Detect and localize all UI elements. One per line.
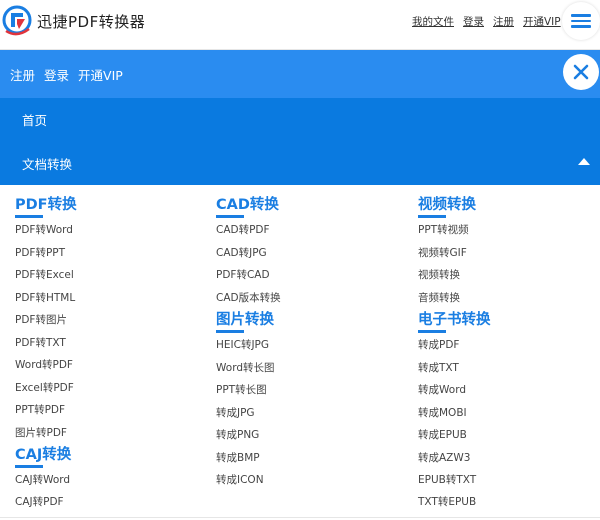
link-heic-to-jpg[interactable]: HEIC转JPG <box>216 337 269 352</box>
link-caj-to-pdf[interactable]: CAJ转PDF <box>15 494 64 509</box>
link-word-to-long-image[interactable]: Word转长图 <box>216 360 275 375</box>
link-epub-to-txt[interactable]: EPUB转TXT <box>418 472 476 487</box>
link-word-to-pdf[interactable]: Word转PDF <box>15 357 73 372</box>
link-pdf-to-cad[interactable]: PDF转CAD <box>216 267 270 282</box>
link-ebook-to-mobi[interactable]: 转成MOBI <box>418 405 467 420</box>
link-to-bmp[interactable]: 转成BMP <box>216 450 260 465</box>
link-ebook-to-azw3[interactable]: 转成AZW3 <box>418 450 470 465</box>
section-title-caj: CAJ转换 <box>15 443 71 468</box>
link-ebook-to-word[interactable]: 转成Word <box>418 382 466 397</box>
vip-link[interactable]: 开通VIP <box>523 16 561 28</box>
link-video-convert[interactable]: 视频转换 <box>418 267 460 282</box>
register-button[interactable]: 注册 <box>10 68 35 83</box>
section-title-pdf: PDF转换 <box>15 193 77 218</box>
link-caj-to-word[interactable]: CAJ转Word <box>15 472 70 487</box>
link-pdf-to-excel[interactable]: PDF转Excel <box>15 267 74 282</box>
caret-up-icon[interactable] <box>578 158 590 165</box>
link-pdf-to-image[interactable]: PDF转图片 <box>15 312 67 327</box>
link-image-to-pdf[interactable]: 图片转PDF <box>15 425 67 440</box>
link-cad-to-pdf[interactable]: CAD转PDF <box>216 222 270 237</box>
link-to-png[interactable]: 转成PNG <box>216 427 259 442</box>
login-link[interactable]: 登录 <box>463 16 484 28</box>
section-title-video: 视频转换 <box>418 193 476 218</box>
vip-button[interactable]: 开通VIP <box>78 68 123 83</box>
link-pdf-to-html[interactable]: PDF转HTML <box>15 290 75 305</box>
nav-item-home[interactable]: 首页 <box>22 110 47 129</box>
link-to-icon[interactable]: 转成ICON <box>216 472 264 487</box>
top-header: 迅捷PDF转换器 我的文件 登录 注册 开通VIP <box>0 0 600 50</box>
link-pdf-to-word[interactable]: PDF转Word <box>15 222 73 237</box>
login-button[interactable]: 登录 <box>44 68 69 83</box>
menu-button[interactable] <box>562 2 600 40</box>
hamburger-menu-icon <box>571 14 591 28</box>
link-pdf-to-ppt[interactable]: PDF转PPT <box>15 245 65 260</box>
nav-item-doc-convert[interactable]: 文档转换 <box>22 154 72 173</box>
account-bar: 注册 登录 开通VIP <box>0 50 600 98</box>
link-ebook-to-epub[interactable]: 转成EPUB <box>418 427 467 442</box>
section-title-ebook: 电子书转换 <box>418 308 491 333</box>
bottom-divider <box>0 517 600 518</box>
link-txt-to-epub[interactable]: TXT转EPUB <box>418 494 476 509</box>
link-cad-to-jpg[interactable]: CAD转JPG <box>216 245 267 260</box>
link-to-jpg[interactable]: 转成JPG <box>216 405 255 420</box>
register-link[interactable]: 注册 <box>493 16 514 28</box>
nav-panel: 首页 文档转换 <box>0 98 600 185</box>
link-cad-version-convert[interactable]: CAD版本转换 <box>216 290 281 305</box>
link-video-to-gif[interactable]: 视频转GIF <box>418 245 467 260</box>
link-ebook-to-txt[interactable]: 转成TXT <box>418 360 459 375</box>
account-links: 注册 登录 开通VIP <box>10 65 132 84</box>
my-files-link[interactable]: 我的文件 <box>412 16 454 28</box>
link-audio-convert[interactable]: 音频转换 <box>418 290 460 305</box>
link-ppt-to-video[interactable]: PPT转视频 <box>418 222 469 237</box>
logo-icon[interactable] <box>2 4 32 38</box>
link-ppt-to-pdf[interactable]: PPT转PDF <box>15 402 65 417</box>
link-ppt-to-long-image[interactable]: PPT转长图 <box>216 382 267 397</box>
section-title-image: 图片转换 <box>216 308 274 333</box>
top-links: 我的文件 登录 注册 开通VIP <box>412 14 570 29</box>
link-ebook-to-pdf[interactable]: 转成PDF <box>418 337 459 352</box>
site-name[interactable]: 迅捷PDF转换器 <box>37 11 145 32</box>
close-button[interactable] <box>563 54 599 90</box>
close-icon <box>573 64 589 80</box>
link-pdf-to-txt[interactable]: PDF转TXT <box>15 335 66 350</box>
link-excel-to-pdf[interactable]: Excel转PDF <box>15 380 74 395</box>
section-title-cad: CAD转换 <box>216 193 279 218</box>
